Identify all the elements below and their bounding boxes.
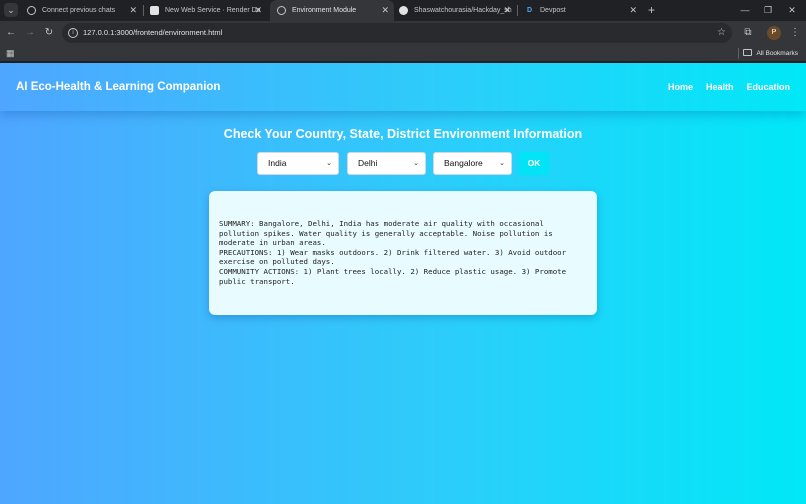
- chat-favicon-icon: [27, 6, 36, 15]
- devpost-favicon-icon: D: [526, 7, 533, 14]
- render-favicon-icon: [150, 6, 159, 15]
- tab-strip: ⌄ Connect previous chats ✕ New Web Servi…: [0, 0, 806, 21]
- globe-favicon-icon: [277, 6, 286, 15]
- kebab-menu-icon[interactable]: ⋮: [787, 24, 803, 42]
- tab-github-repo[interactable]: Shaswatchourasia/Hackday_sh ✕: [392, 0, 516, 21]
- bookmarks-bar: ▦ All Bookmarks: [0, 45, 806, 62]
- close-icon[interactable]: ✕: [381, 0, 389, 21]
- apps-grid-icon[interactable]: ▦: [6, 48, 15, 59]
- bookmarks-divider: [738, 48, 739, 59]
- tab-search-icon[interactable]: ⌄: [4, 3, 18, 17]
- new-tab-plus-icon[interactable]: +: [648, 0, 655, 20]
- tab-title: Environment Module: [292, 7, 357, 14]
- all-bookmarks-label: All Bookmarks: [756, 50, 798, 57]
- tab-title: Connect previous chats: [42, 7, 116, 14]
- profile-avatar[interactable]: P: [767, 26, 781, 40]
- state-value: Delhi: [358, 158, 378, 168]
- browser-toolbar: ← → ↻ i 127.0.0.1:3000/frontend/environm…: [0, 21, 806, 45]
- tab-title: Devpost: [540, 7, 566, 14]
- tab-title: New Web Service · Render Da: [165, 7, 261, 14]
- nav-health-link[interactable]: Health: [706, 63, 734, 111]
- page-content: AI Eco-Health & Learning Companion Home …: [0, 63, 806, 504]
- chevron-down-icon: ⌄: [413, 160, 419, 167]
- site-nav: Home Health Education: [668, 63, 790, 111]
- nav-home-link[interactable]: Home: [668, 63, 693, 111]
- site-title: AI Eco-Health & Learning Companion: [16, 81, 221, 93]
- extensions-puzzle-icon[interactable]: ⧉: [740, 24, 756, 42]
- site-info-icon[interactable]: i: [68, 28, 78, 38]
- close-icon[interactable]: ✕: [503, 0, 511, 21]
- url-text: 127.0.0.1:3000/frontend/environment.html: [83, 28, 223, 37]
- state-select[interactable]: Delhi ⌄: [347, 152, 426, 175]
- bookmark-star-icon[interactable]: ☆: [717, 23, 726, 43]
- district-select[interactable]: Bangalore ⌄: [433, 152, 512, 175]
- minimize-icon[interactable]: —: [735, 0, 755, 20]
- country-value: India: [268, 158, 287, 168]
- country-select[interactable]: India ⌄: [257, 152, 339, 175]
- all-bookmarks-button[interactable]: All Bookmarks: [743, 45, 798, 62]
- chevron-down-icon: ⌄: [499, 160, 505, 167]
- tab-environment-module[interactable]: Environment Module ✕: [270, 0, 394, 21]
- ok-button[interactable]: OK: [519, 152, 549, 175]
- github-favicon-icon: [399, 6, 408, 15]
- tab-render-dashboard[interactable]: New Web Service · Render Da ✕: [143, 0, 267, 21]
- close-icon[interactable]: ✕: [629, 0, 637, 21]
- site-header: AI Eco-Health & Learning Companion Home …: [0, 63, 806, 111]
- nav-education-link[interactable]: Education: [746, 63, 790, 111]
- forward-arrow-icon[interactable]: →: [22, 24, 38, 42]
- restore-icon[interactable]: ❐: [758, 0, 778, 20]
- tab-connect-previous-chats[interactable]: Connect previous chats ✕: [20, 0, 142, 21]
- address-bar[interactable]: i 127.0.0.1:3000/frontend/environment.ht…: [62, 23, 732, 43]
- folder-icon: [743, 49, 753, 56]
- tab-devpost[interactable]: D Devpost ✕: [518, 0, 642, 21]
- close-icon[interactable]: ✕: [254, 0, 262, 21]
- tab-title: Shaswatchourasia/Hackday_sh: [414, 7, 512, 14]
- environment-result-text: SUMMARY: Bangalore, Delhi, India has mod…: [219, 219, 567, 286]
- environment-result-card: SUMMARY: Bangalore, Delhi, India has mod…: [209, 191, 597, 315]
- page-heading: Check Your Country, State, District Envi…: [223, 127, 583, 141]
- back-arrow-icon[interactable]: ←: [3, 24, 19, 42]
- close-icon[interactable]: ✕: [129, 0, 137, 21]
- window-close-icon[interactable]: ✕: [782, 0, 802, 20]
- chevron-down-icon: ⌄: [326, 160, 332, 167]
- reload-icon[interactable]: ↻: [41, 24, 57, 42]
- district-value: Bangalore: [444, 158, 483, 168]
